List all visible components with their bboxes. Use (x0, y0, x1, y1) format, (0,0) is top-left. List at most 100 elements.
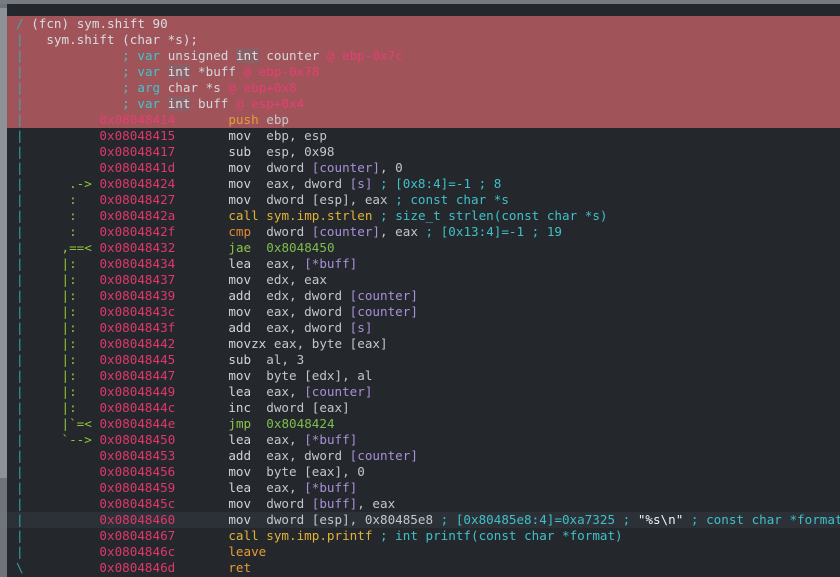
mnemonic: call (228, 208, 259, 223)
instruction-address[interactable]: 0x08048417 (99, 144, 175, 159)
instruction-row[interactable]: | `--> 0x08048450 lea eax, [*buff] (7, 432, 840, 448)
instruction-row[interactable]: | : 0x0804842f cmp dword [counter], eax … (7, 224, 840, 240)
instruction-address[interactable]: 0x08048449 (99, 384, 175, 399)
instruction-address[interactable]: 0x08048434 (99, 256, 175, 271)
instruction-row[interactable]: | 0x08048417 sub esp, 0x98 (7, 144, 840, 160)
flow-bar-icon: | (16, 384, 24, 399)
instruction-row[interactable]: | : 0x08048427 mov dword [esp], eax ; co… (7, 192, 840, 208)
instruction-address[interactable]: 0x08048447 (99, 368, 175, 383)
instruction-address[interactable]: 0x08048414 (99, 112, 175, 127)
flow-bar-icon: | (16, 240, 24, 255)
instruction-address[interactable]: 0x0804843f (99, 320, 175, 335)
instruction-row[interactable]: | 0x08048456 mov byte [eax], 0 (7, 464, 840, 480)
instruction-comment: ; const char *s (395, 192, 509, 207)
instruction-comment-ref: ; [0x80485e8:4]=0xa7325 ; (440, 512, 631, 527)
scrollbar-track[interactable] (0, 4, 7, 577)
operand-prefix: eax, (266, 384, 305, 399)
instruction-address[interactable]: 0x0804844c (99, 400, 175, 415)
disassembly-pane[interactable]: / (fcn) sym.shift 90 | sym.shift (char *… (7, 16, 840, 577)
jump-target[interactable]: 0x8048424 (266, 416, 334, 431)
instruction-row[interactable]: | 0x08048459 lea eax, [*buff] (7, 480, 840, 496)
var-keyword: var (137, 64, 161, 79)
instruction-row[interactable]: | |: 0x08048437 mov edx, eax (7, 272, 840, 288)
operand-variable[interactable]: [counter] (304, 384, 372, 399)
instruction-row-selected[interactable]: | 0x08048460 mov dword [esp], 0x80485e8 … (7, 512, 840, 528)
instruction-row[interactable]: | 0x0804845c mov dword [buff], eax (7, 496, 840, 512)
instruction-row[interactable]: | |`=< 0x0804844e jmp 0x8048424 (7, 416, 840, 432)
instruction-row[interactable]: | 0x0804841d mov dword [counter], 0 (7, 160, 840, 176)
function-name[interactable]: sym.shift (77, 16, 145, 31)
operand-variable[interactable]: [*buff] (304, 256, 357, 271)
instruction-row[interactable]: | 0x08048467 call sym.imp.printf ; int p… (7, 528, 840, 544)
instruction-address[interactable]: 0x0804845c (99, 496, 175, 511)
instruction-row[interactable]: | 0x08048414 push ebp (7, 112, 840, 128)
flow-bar-icon: | (16, 352, 24, 367)
operand-variable[interactable]: [counter] (350, 288, 418, 303)
operand-prefix: eax, (266, 432, 305, 447)
call-target[interactable]: sym.imp.strlen (266, 208, 372, 223)
operand-variable[interactable]: [counter] (350, 448, 418, 463)
instruction-address[interactable]: 0x0804844e (99, 416, 175, 431)
flow-bar-icon: | (16, 432, 24, 447)
instruction-address[interactable]: 0x08048427 (99, 192, 175, 207)
instruction-row[interactable]: | : 0x0804842a call sym.imp.strlen ; siz… (7, 208, 840, 224)
instruction-address[interactable]: 0x08048450 (99, 432, 175, 447)
mnemonic: mov (228, 272, 252, 287)
operand-variable[interactable]: [s] (350, 176, 373, 191)
jump-target[interactable]: 0x8048450 (266, 240, 334, 255)
instruction-address[interactable]: 0x0804846c (99, 544, 175, 559)
instruction-row[interactable]: | |: 0x08048449 lea eax, [counter] (7, 384, 840, 400)
instruction-row[interactable]: | |: 0x0804843c mov eax, dword [counter] (7, 304, 840, 320)
flow-bar-icon: | (16, 512, 24, 527)
jump-arrow-icon: |: (61, 400, 77, 415)
instruction-address[interactable]: 0x08048456 (99, 464, 175, 479)
instruction-address[interactable]: 0x08048439 (99, 288, 175, 303)
jump-arrow-icon: |: (61, 320, 77, 335)
operand-variable[interactable]: [counter] (312, 160, 380, 175)
instruction-address[interactable]: 0x0804841d (99, 160, 175, 175)
operands: byte [eax], 0 (266, 464, 365, 479)
instruction-row[interactable]: | .-> 0x08048424 mov eax, dword [s] ; [0… (7, 176, 840, 192)
operand-variable[interactable]: [buff] (312, 496, 358, 511)
instruction-address[interactable]: 0x0804846d (99, 560, 175, 575)
comment-semicolon: ; (122, 48, 130, 63)
instruction-address[interactable]: 0x08048453 (99, 448, 175, 463)
instruction-row[interactable]: | |: 0x08048442 movzx eax, byte [eax] (7, 336, 840, 352)
instruction-address[interactable]: 0x08048459 (99, 480, 175, 495)
instruction-row[interactable]: | |: 0x0804843f add eax, dword [s] (7, 320, 840, 336)
instruction-address[interactable]: 0x08048445 (99, 352, 175, 367)
instruction-address[interactable]: 0x0804842a (99, 208, 175, 223)
instruction-row[interactable]: | 0x0804846c leave (7, 544, 840, 560)
mnemonic: ret (228, 560, 252, 575)
operand-variable[interactable]: [*buff] (304, 432, 357, 447)
instruction-row[interactable]: | 0x08048453 add eax, dword [counter] (7, 448, 840, 464)
instruction-row[interactable]: \ 0x0804846d ret (7, 560, 840, 576)
scrollbar-thumb[interactable] (0, 8, 7, 478)
operand-variable[interactable]: [s] (350, 320, 373, 335)
operand-variable[interactable]: [*buff] (304, 480, 357, 495)
instruction-address[interactable]: 0x08048467 (99, 528, 175, 543)
instruction-row[interactable]: | |: 0x08048434 lea eax, [*buff] (7, 256, 840, 272)
instruction-address[interactable]: 0x0804842f (99, 224, 175, 239)
operand-prefix: eax, dword (266, 176, 350, 191)
mnemonic: mov (228, 368, 252, 383)
instruction-address[interactable]: 0x0804843c (99, 304, 175, 319)
instruction-comment: ; size_t strlen(const char *s) (380, 208, 608, 223)
instruction-address[interactable]: 0x08048424 (99, 176, 175, 191)
instruction-row[interactable]: | 0x08048415 mov ebp, esp (7, 128, 840, 144)
instruction-address[interactable]: 0x08048415 (99, 128, 175, 143)
flow-bar-icon: | (16, 208, 24, 223)
instruction-row[interactable]: | ,==< 0x08048432 jae 0x8048450 (7, 240, 840, 256)
instruction-row[interactable]: | |: 0x08048439 add edx, dword [counter] (7, 288, 840, 304)
operand-variable[interactable]: [counter] (312, 224, 380, 239)
instruction-address[interactable]: 0x08048460 (99, 512, 175, 527)
call-target[interactable]: sym.imp.printf (266, 528, 372, 543)
instruction-row[interactable]: | |: 0x08048447 mov byte [edx], al (7, 368, 840, 384)
instruction-address[interactable]: 0x08048437 (99, 272, 175, 287)
instruction-address[interactable]: 0x08048442 (99, 336, 175, 351)
instruction-row[interactable]: | |: 0x0804844c inc dword [eax] (7, 400, 840, 416)
operand-variable[interactable]: [counter] (350, 304, 418, 319)
instruction-address[interactable]: 0x08048432 (99, 240, 175, 255)
jump-arrow-icon: |: (61, 384, 77, 399)
instruction-row[interactable]: | |: 0x08048445 sub al, 3 (7, 352, 840, 368)
